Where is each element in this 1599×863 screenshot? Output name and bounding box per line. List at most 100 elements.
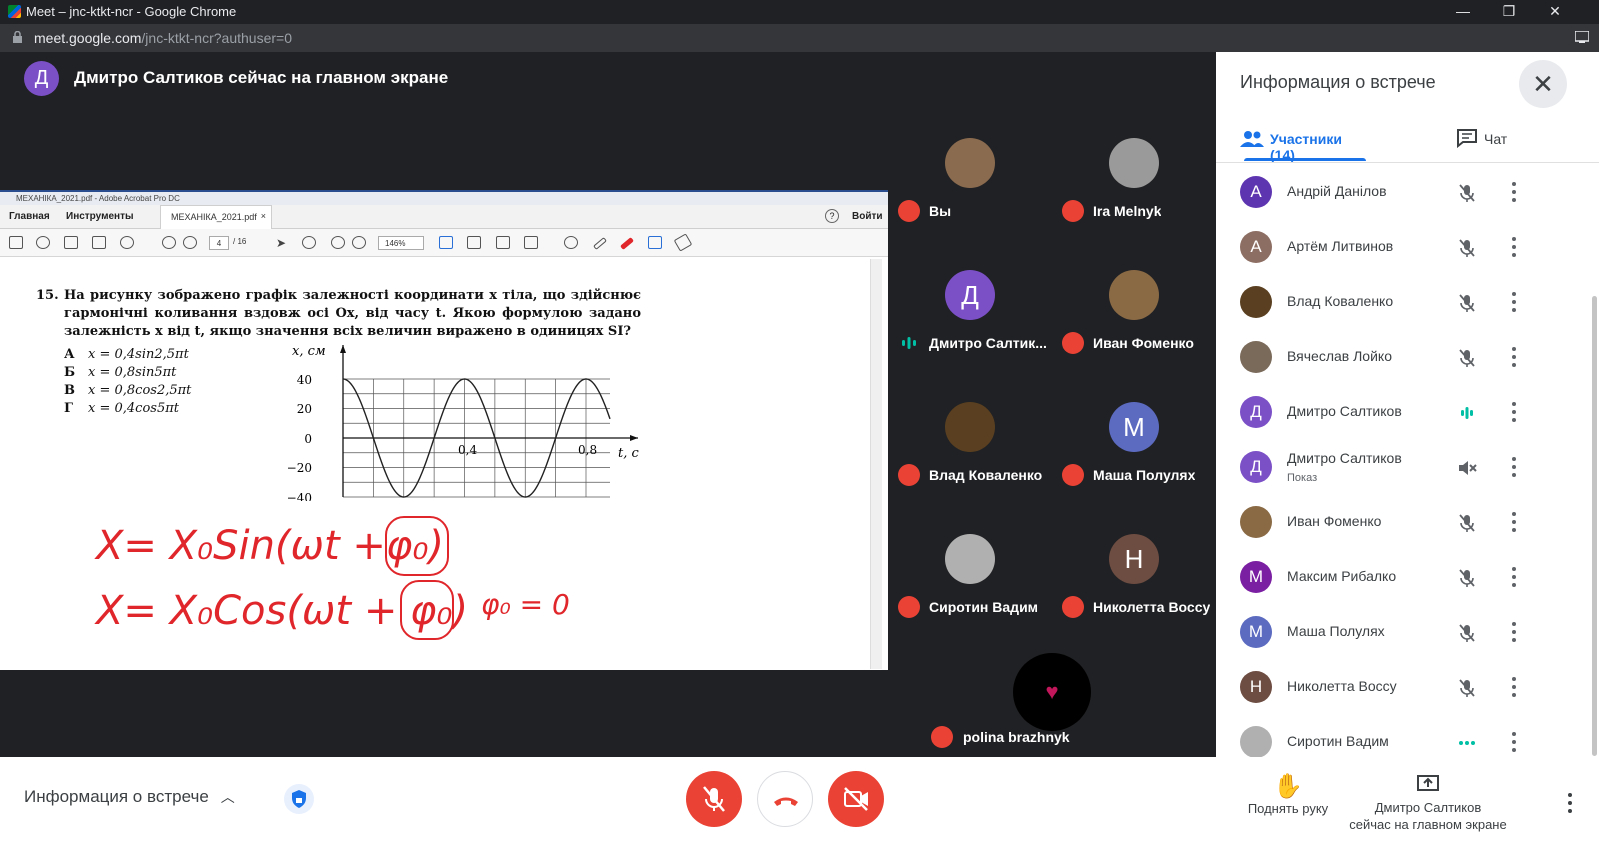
tile-name: Иван Фоменко [1093,335,1194,351]
upload-icon[interactable] [36,236,50,249]
participant-row[interactable]: Д Дмитро Салтиков Показ [1216,440,1599,495]
tile-participant[interactable]: Н Николетта Воссу [1052,494,1216,626]
tile-participant[interactable]: Ira Melnyk [1052,98,1216,230]
more-options-button[interactable] [1562,791,1578,815]
more-vert-icon[interactable] [1506,565,1522,589]
more-vert-icon[interactable] [1506,235,1522,259]
page-total: / 16 [233,237,247,246]
participant-row[interactable]: Влад Коваленко [1216,275,1599,330]
more-vert-icon[interactable] [1506,400,1522,424]
participant-row[interactable]: Н Николетта Воссу [1216,660,1599,715]
page-up-icon[interactable] [162,236,176,249]
more-vert-icon[interactable] [1506,290,1522,314]
more-vert-icon[interactable] [1506,730,1522,754]
participant-row[interactable]: M Максим Рибалко [1216,550,1599,605]
hand-tool-icon[interactable] [302,236,316,249]
tile-participant[interactable]: Сиротин Вадим [888,494,1052,626]
document-tab[interactable]: МЕХАНІКА_2021.pdf × [160,205,272,229]
comment-icon[interactable] [564,236,578,249]
x-tick-label: 0,4 [458,443,477,457]
participant-name: Андрій Данілов [1287,183,1387,199]
tile-participant[interactable]: Д Дмитро Салтик... [888,230,1052,362]
more-vert-icon[interactable] [1506,180,1522,204]
participant-avatar: А [1240,176,1272,208]
raise-hand-button[interactable]: ✋ Поднять руку [1238,773,1338,816]
option-a: Аx = 0,4sin2,5πt [64,347,189,362]
tile-name: Николетта Воссу [1093,599,1211,615]
participant-name: Сиротин Вадим [1287,733,1389,749]
microphone-toggle-button[interactable] [686,771,742,827]
tab-home[interactable]: Главная [9,211,50,222]
eraser-icon[interactable] [673,233,693,252]
participant-row[interactable]: Вячеслав Лойко [1216,330,1599,385]
close-window-icon[interactable]: ✕ [1532,0,1578,24]
tile-avatar: ♥ [1013,653,1091,731]
select-cursor-icon[interactable]: ➤ [276,236,290,250]
minimize-icon[interactable]: — [1440,0,1486,24]
zoom-in-icon[interactable] [352,236,366,249]
zoom-select[interactable]: 146% [378,236,424,250]
leave-call-button[interactable] [757,771,813,827]
participant-row[interactable]: А Андрій Данілов [1216,165,1599,220]
question-number: 15. [36,288,59,303]
more-vert-icon[interactable] [1506,455,1522,479]
more-vert-icon[interactable] [1506,620,1522,644]
help-icon[interactable]: ? [825,209,839,223]
y-tick-label: 0 [304,432,312,446]
close-panel-button[interactable]: ✕ [1519,60,1567,108]
tab-tools[interactable]: Инструменты [66,211,134,222]
participant-avatar: А [1240,231,1272,263]
bottom-toolbar: Информация о встрече ︿ ✋ Поднять руку Дм… [0,757,1599,863]
sign-in-button[interactable]: Войти [852,211,883,222]
mic-off-icon [898,200,920,222]
tile-participant[interactable]: M Маша Полулях [1052,362,1216,494]
participant-row[interactable]: Иван Фоменко [1216,495,1599,550]
restore-icon[interactable]: ❐ [1486,0,1532,24]
participant-row[interactable]: Д Дмитро Салтиков [1216,385,1599,440]
pen-icon[interactable] [620,237,634,250]
acrobat-titlebar: МЕХАНІКА_2021.pdf - Adobe Acrobat Pro DC [0,192,888,205]
page-down-icon[interactable] [183,236,197,249]
tile-participant[interactable]: Влад Коваленко [888,362,1052,494]
more-vert-icon[interactable] [1506,345,1522,369]
camera-toggle-button[interactable] [828,771,884,827]
more-vert-icon[interactable] [1506,675,1522,699]
participant-row[interactable]: M Маша Полулях [1216,605,1599,660]
meeting-details-button[interactable]: Информация о встрече ︿ [24,787,235,807]
rotate-icon[interactable] [467,236,481,249]
tile-participant[interactable]: Иван Фоменко [1052,230,1216,362]
x-axis-arrow [630,435,638,441]
text-markup-icon[interactable] [648,236,662,249]
tab-participants[interactable]: Участники (14) [1240,128,1366,163]
y-axis-arrow [340,345,346,353]
print-icon[interactable] [64,236,78,249]
url-text[interactable]: meet.google.com/jnc-ktkt-ncr?authuser=0 [34,30,292,46]
tile-avatar: Д [945,270,995,320]
tile-participant[interactable]: ♥ polina brazhnyk [921,626,1183,756]
zoom-out-icon[interactable] [331,236,345,249]
participant-avatar [1240,286,1272,318]
participant-list-scrollbar[interactable] [1592,296,1597,756]
scroll-mode-icon[interactable] [524,236,538,249]
email-icon[interactable] [92,236,106,249]
participant-name: Дмитро Салтиков [1287,450,1402,466]
highlight-icon[interactable] [593,237,607,250]
address-bar[interactable]: meet.google.com/jnc-ktkt-ncr?authuser=0 [0,24,1599,52]
search-icon[interactable] [120,236,134,249]
acrobat-tabs: Главная Инструменты МЕХАНІКА_2021.pdf × … [0,205,888,229]
tile-avatar [945,138,995,188]
fit-page-icon[interactable] [439,236,453,249]
page-number-input[interactable]: 4 [209,236,229,250]
mic-off-icon [898,596,920,618]
more-vert-icon[interactable] [1506,510,1522,534]
cast-icon[interactable] [1575,31,1589,43]
meeting-info-panel: Информация о встрече ✕ Участники (14) Ча… [1216,52,1599,758]
tile-self[interactable]: Вы [888,98,1052,230]
pdf-scrollbar[interactable] [870,259,882,669]
fullscreen-icon[interactable] [496,236,510,249]
save-icon[interactable] [9,236,23,249]
participant-avatar: Н [1240,671,1272,703]
participant-row[interactable]: А Артём Литвинов [1216,220,1599,275]
host-controls-shield-icon[interactable] [284,784,314,814]
present-now-button[interactable]: Дмитро Салтиков сейчас на главном экране [1346,773,1510,833]
